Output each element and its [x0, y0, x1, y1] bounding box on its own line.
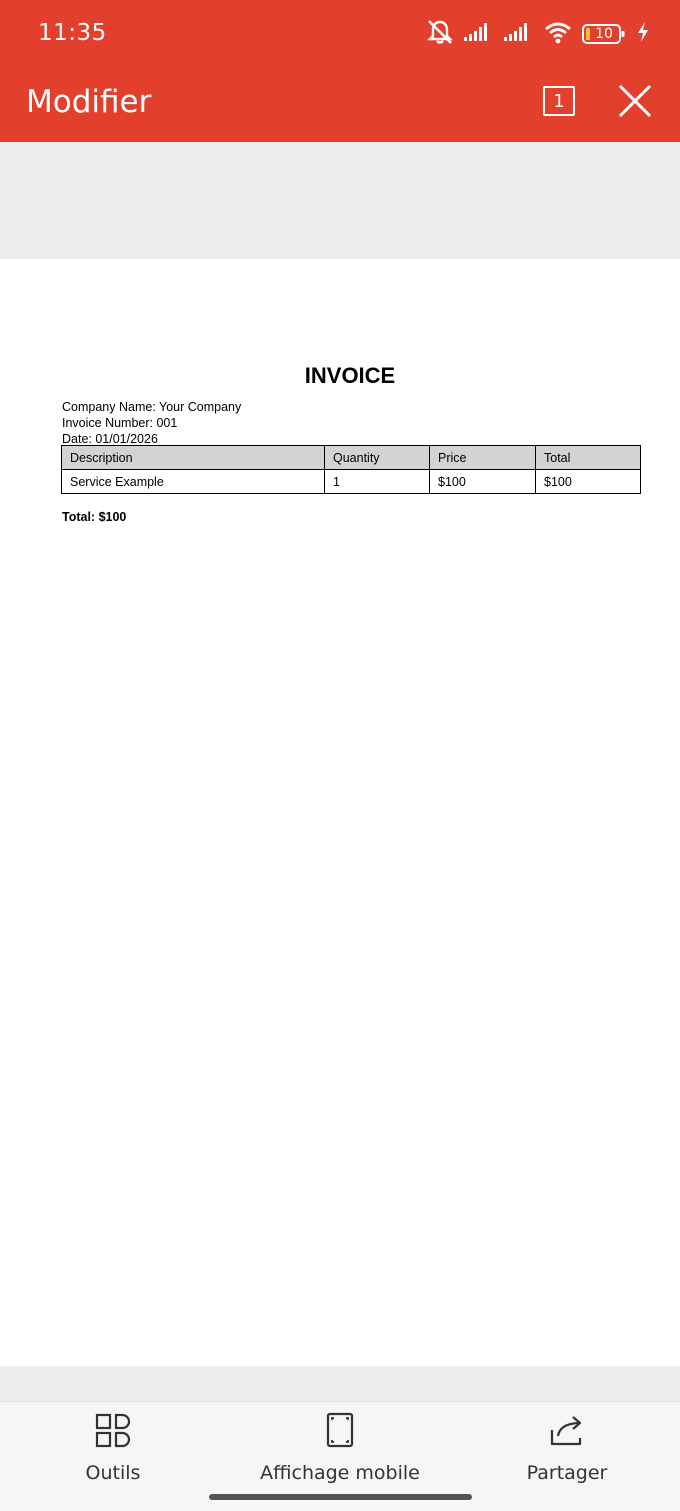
signal-icon — [504, 22, 534, 47]
invoice-total: Total: $100 — [62, 510, 127, 524]
cell-total: $100 — [535, 469, 641, 494]
column-header-quantity: Quantity — [324, 445, 430, 470]
table-header-row: Description Quantity Price Total — [61, 445, 641, 470]
column-header-description: Description — [61, 445, 325, 470]
home-indicator[interactable] — [209, 1494, 472, 1500]
close-icon — [618, 84, 652, 118]
invoice-number-line: Invoice Number: 001 — [62, 416, 178, 430]
mobile-view-icon — [326, 1412, 354, 1448]
invoice-meta: Company Name: Your Company Invoice Numbe… — [62, 399, 241, 447]
share-label: Partager — [526, 1462, 608, 1484]
company-name-line: Company Name: Your Company — [62, 400, 242, 414]
tools-grid-icon — [95, 1413, 131, 1448]
close-button[interactable] — [617, 83, 653, 119]
invoice-table: Description Quantity Price Total Service… — [61, 445, 641, 494]
page-count-button[interactable]: 1 — [543, 86, 575, 116]
table-row: Service Example 1 $100 $100 — [61, 469, 641, 494]
battery-level: 10 — [595, 26, 613, 42]
cell-price: $100 — [429, 469, 536, 494]
status-bar: 11:35 10 — [0, 0, 680, 66]
charging-icon — [636, 21, 650, 48]
mobile-view-label: Affichage mobile — [260, 1462, 420, 1484]
status-icons: 10 — [426, 19, 650, 50]
app-bar: Modifier 1 — [0, 66, 680, 142]
battery-icon: 10 — [582, 23, 626, 45]
document-page: INVOICE Company Name: Your Company Invoi… — [0, 259, 680, 1366]
status-time: 11:35 — [38, 20, 107, 46]
cell-description: Service Example — [61, 469, 325, 494]
share-button[interactable]: Partager — [520, 1412, 614, 1484]
signal-icon — [464, 22, 494, 47]
mobile-view-button[interactable]: Affichage mobile — [250, 1412, 430, 1484]
column-header-total: Total — [535, 445, 641, 470]
column-header-price: Price — [429, 445, 536, 470]
bell-muted-icon — [426, 19, 454, 50]
tools-label: Outils — [85, 1462, 141, 1484]
invoice-title: INVOICE — [304, 363, 396, 388]
cell-quantity: 1 — [324, 469, 430, 494]
app-title: Modifier — [26, 84, 152, 120]
screen: 11:35 10 Modifier 1 INVOICE Company Name… — [0, 0, 680, 1511]
share-icon — [550, 1416, 582, 1446]
tools-button[interactable]: Outils — [70, 1412, 156, 1484]
wifi-icon — [544, 20, 572, 49]
